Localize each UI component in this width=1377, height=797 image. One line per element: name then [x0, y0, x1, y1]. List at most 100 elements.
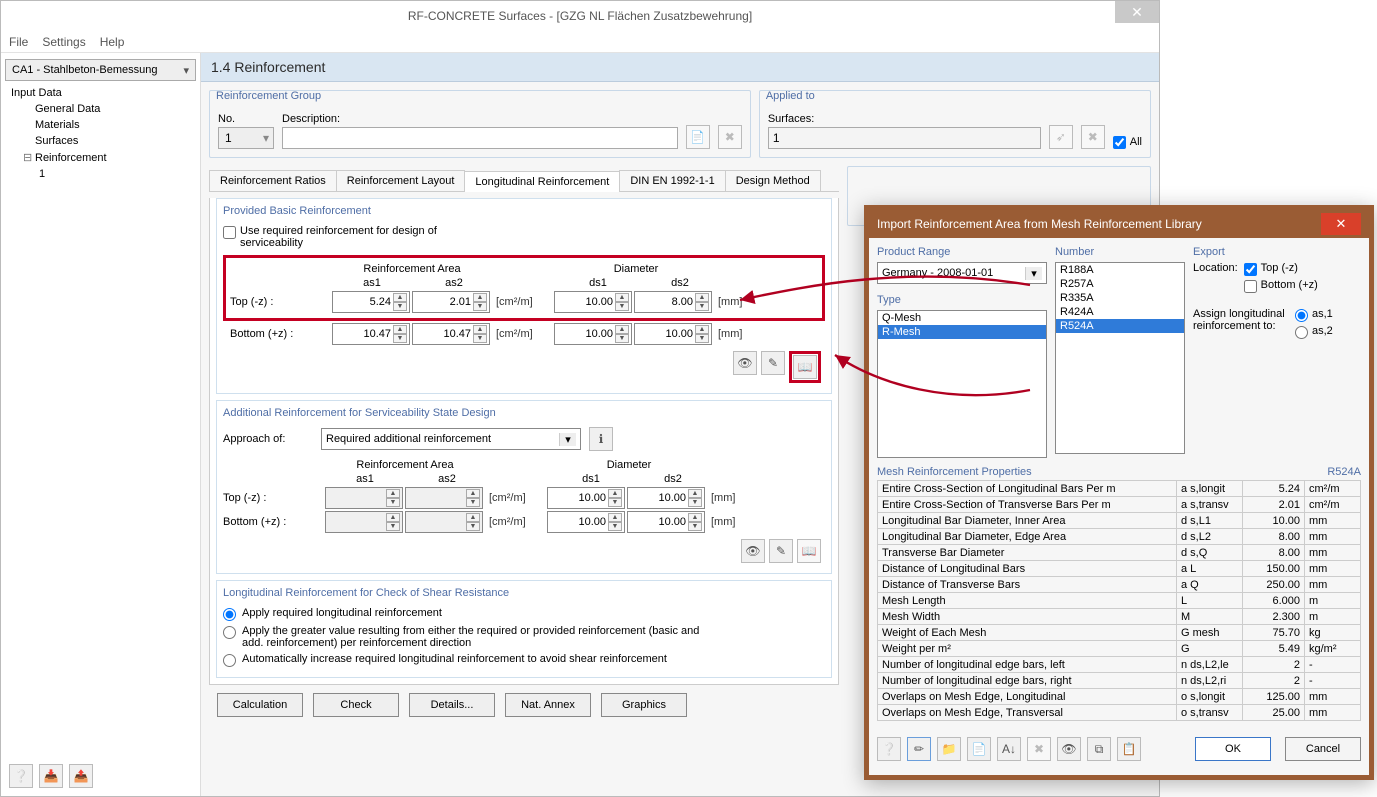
assign-as2-radio[interactable]: as,2 — [1295, 325, 1333, 339]
shear-radio-3[interactable]: Automatically increase required longitud… — [223, 653, 825, 667]
export-button[interactable]: 📤 — [69, 764, 93, 788]
import-button[interactable]: 📥 — [39, 764, 63, 788]
no-select[interactable]: 1 — [218, 127, 274, 149]
nat-annex-button[interactable]: Nat. Annex — [505, 693, 591, 717]
info-icon[interactable]: ℹ — [589, 427, 613, 451]
number-r257a[interactable]: R257A — [1056, 277, 1184, 291]
dialog-close-icon[interactable]: ✕ — [1321, 213, 1361, 235]
paste-icon[interactable]: 📋 — [1117, 737, 1141, 761]
library-icon-2[interactable]: 📖 — [797, 539, 821, 563]
type-rmesh[interactable]: R-Mesh — [878, 325, 1046, 339]
nav-tree: Input Data General Data Materials Surfac… — [5, 85, 196, 182]
number-r424a[interactable]: R424A — [1056, 305, 1184, 319]
sort-icon[interactable]: A↓ — [997, 737, 1021, 761]
tree-reinforcement-1[interactable]: 1 — [5, 166, 196, 182]
shear-radio-2[interactable]: Apply the greater value resulting from e… — [223, 625, 825, 649]
add-bot-ds1-input[interactable]: 10.00▲▼ — [547, 511, 625, 533]
use-required-checkbox[interactable]: Use required reinforcement for design of… — [223, 225, 500, 249]
copy-icon[interactable]: ⧉ — [1087, 737, 1111, 761]
add-bot-ds2-input[interactable]: 10.00▲▼ — [627, 511, 705, 533]
reinforcement-group-fieldset: Reinforcement Group No. 1 Description: 📄 — [209, 90, 751, 158]
bot-as2-input[interactable]: 10.47▲▼ — [412, 323, 490, 345]
new-icon[interactable]: 📄 — [967, 737, 991, 761]
col-as2: as2 — [414, 277, 494, 289]
location-bottom-checkbox[interactable]: Bottom (+z) — [1244, 279, 1318, 293]
number-r188a[interactable]: R188A — [1056, 263, 1184, 277]
surfaces-input[interactable]: 1 — [768, 127, 1041, 149]
menu-help[interactable]: Help — [100, 35, 125, 49]
close-icon[interactable]: ✕ — [1115, 1, 1159, 23]
area-header: Reinforcement Area — [332, 263, 492, 275]
shear-legend: Longitudinal Reinforcement for Check of … — [223, 587, 825, 601]
location-top-checkbox[interactable]: Top (-z) — [1244, 262, 1298, 276]
cancel-button[interactable]: Cancel — [1285, 737, 1361, 761]
table-row: Longitudinal Bar Diameter, Edge Aread s,… — [878, 529, 1361, 545]
bot-ds2-input[interactable]: 10.00▲▼ — [634, 323, 712, 345]
shear-radio-1[interactable]: Apply required longitudinal reinforcemen… — [223, 607, 825, 621]
reinforcement-group-legend: Reinforcement Group — [210, 90, 750, 106]
tab-reinforcement-layout[interactable]: Reinforcement Layout — [336, 170, 466, 191]
row-top-label: Top (-z) : — [230, 296, 330, 308]
top-as1-input[interactable]: 5.24▲▼ — [332, 291, 410, 313]
number-listbox[interactable]: R188A R257A R335A R424A R524A — [1055, 262, 1185, 454]
product-range-label: Product Range — [877, 246, 1047, 258]
tree-reinforcement[interactable]: ⊟Reinforcement — [5, 149, 196, 166]
graphics-button[interactable]: Graphics — [601, 693, 687, 717]
table-row: Overlaps on Mesh Edge, Transversalo s,tr… — [878, 705, 1361, 721]
details-button[interactable]: Details... — [409, 693, 495, 717]
type-qmesh[interactable]: Q-Mesh — [878, 311, 1046, 325]
view-lib-icon[interactable]: 👁 — [1057, 737, 1081, 761]
delete-lib-icon[interactable]: ✖ — [1027, 737, 1051, 761]
edit-icon-2[interactable]: ✎ — [769, 539, 793, 563]
tree-root[interactable]: Input Data — [5, 85, 196, 101]
basic-legend: Provided Basic Reinforcement — [223, 205, 825, 219]
approach-select[interactable]: Required additional reinforcement — [321, 428, 581, 450]
top-ds1-input[interactable]: 10.00▲▼ — [554, 291, 632, 313]
view-icon[interactable]: 👁 — [733, 351, 757, 375]
tab-din-en[interactable]: DIN EN 1992-1-1 — [619, 170, 725, 191]
check-button[interactable]: Check — [313, 693, 399, 717]
bot-as1-input[interactable]: 10.47▲▼ — [332, 323, 410, 345]
edit-lib-icon[interactable]: ✏ — [907, 737, 931, 761]
number-r335a[interactable]: R335A — [1056, 291, 1184, 305]
tab-design-method[interactable]: Design Method — [725, 170, 821, 191]
tree-materials[interactable]: Materials — [5, 117, 196, 133]
tab-longitudinal-reinforcement[interactable]: Longitudinal Reinforcement — [464, 171, 620, 192]
product-range-select[interactable]: Germany - 2008-01-01 — [877, 262, 1047, 284]
description-input[interactable] — [282, 127, 678, 149]
help-button[interactable]: ❔ — [9, 764, 33, 788]
top-ds2-input[interactable]: 8.00▲▼ — [634, 291, 712, 313]
type-listbox[interactable]: Q-Mesh R-Mesh — [877, 310, 1047, 458]
ok-button[interactable]: OK — [1195, 737, 1271, 761]
add-top-ds1-input[interactable]: 10.00▲▼ — [547, 487, 625, 509]
menu-settings[interactable]: Settings — [42, 35, 85, 49]
tab-reinforcement-ratios[interactable]: Reinforcement Ratios — [209, 170, 337, 191]
number-r524a[interactable]: R524A — [1056, 319, 1184, 333]
add-bot-as1-input: ▲▼ — [325, 511, 403, 533]
add-top-as1-input: ▲▼ — [325, 487, 403, 509]
case-combo[interactable]: CA1 - Stahlbeton-Bemessung — [5, 59, 196, 81]
bot-ds1-input[interactable]: 10.00▲▼ — [554, 323, 632, 345]
tree-general-data[interactable]: General Data — [5, 101, 196, 117]
new-group-button[interactable]: 📄 — [686, 125, 710, 149]
add-top-as2-input: ▲▼ — [405, 487, 483, 509]
library-icon[interactable]: 📖 — [793, 355, 817, 379]
clear-surfaces-button[interactable]: ✖ — [1081, 125, 1105, 149]
pick-surfaces-button[interactable]: ➶ — [1049, 125, 1073, 149]
delete-group-button[interactable]: ✖ — [718, 125, 742, 149]
folder-icon[interactable]: 📁 — [937, 737, 961, 761]
top-as2-input[interactable]: 2.01▲▼ — [412, 291, 490, 313]
number-label: Number — [1055, 246, 1185, 258]
edit-icon[interactable]: ✎ — [761, 351, 785, 375]
diameter-header: Diameter — [556, 263, 716, 275]
section-title: 1.4 Reinforcement — [201, 53, 1159, 82]
help-icon[interactable]: ❔ — [877, 737, 901, 761]
assign-as1-radio[interactable]: as,1 — [1295, 308, 1333, 322]
titlebar: RF-CONCRETE Surfaces - [GZG NL Flächen Z… — [1, 1, 1159, 31]
menu-file[interactable]: File — [9, 35, 28, 49]
add-top-ds2-input[interactable]: 10.00▲▼ — [627, 487, 705, 509]
all-checkbox[interactable]: All — [1113, 135, 1142, 149]
view-icon-2[interactable]: 👁 — [741, 539, 765, 563]
tree-surfaces[interactable]: Surfaces — [5, 133, 196, 149]
calculation-button[interactable]: Calculation — [217, 693, 303, 717]
